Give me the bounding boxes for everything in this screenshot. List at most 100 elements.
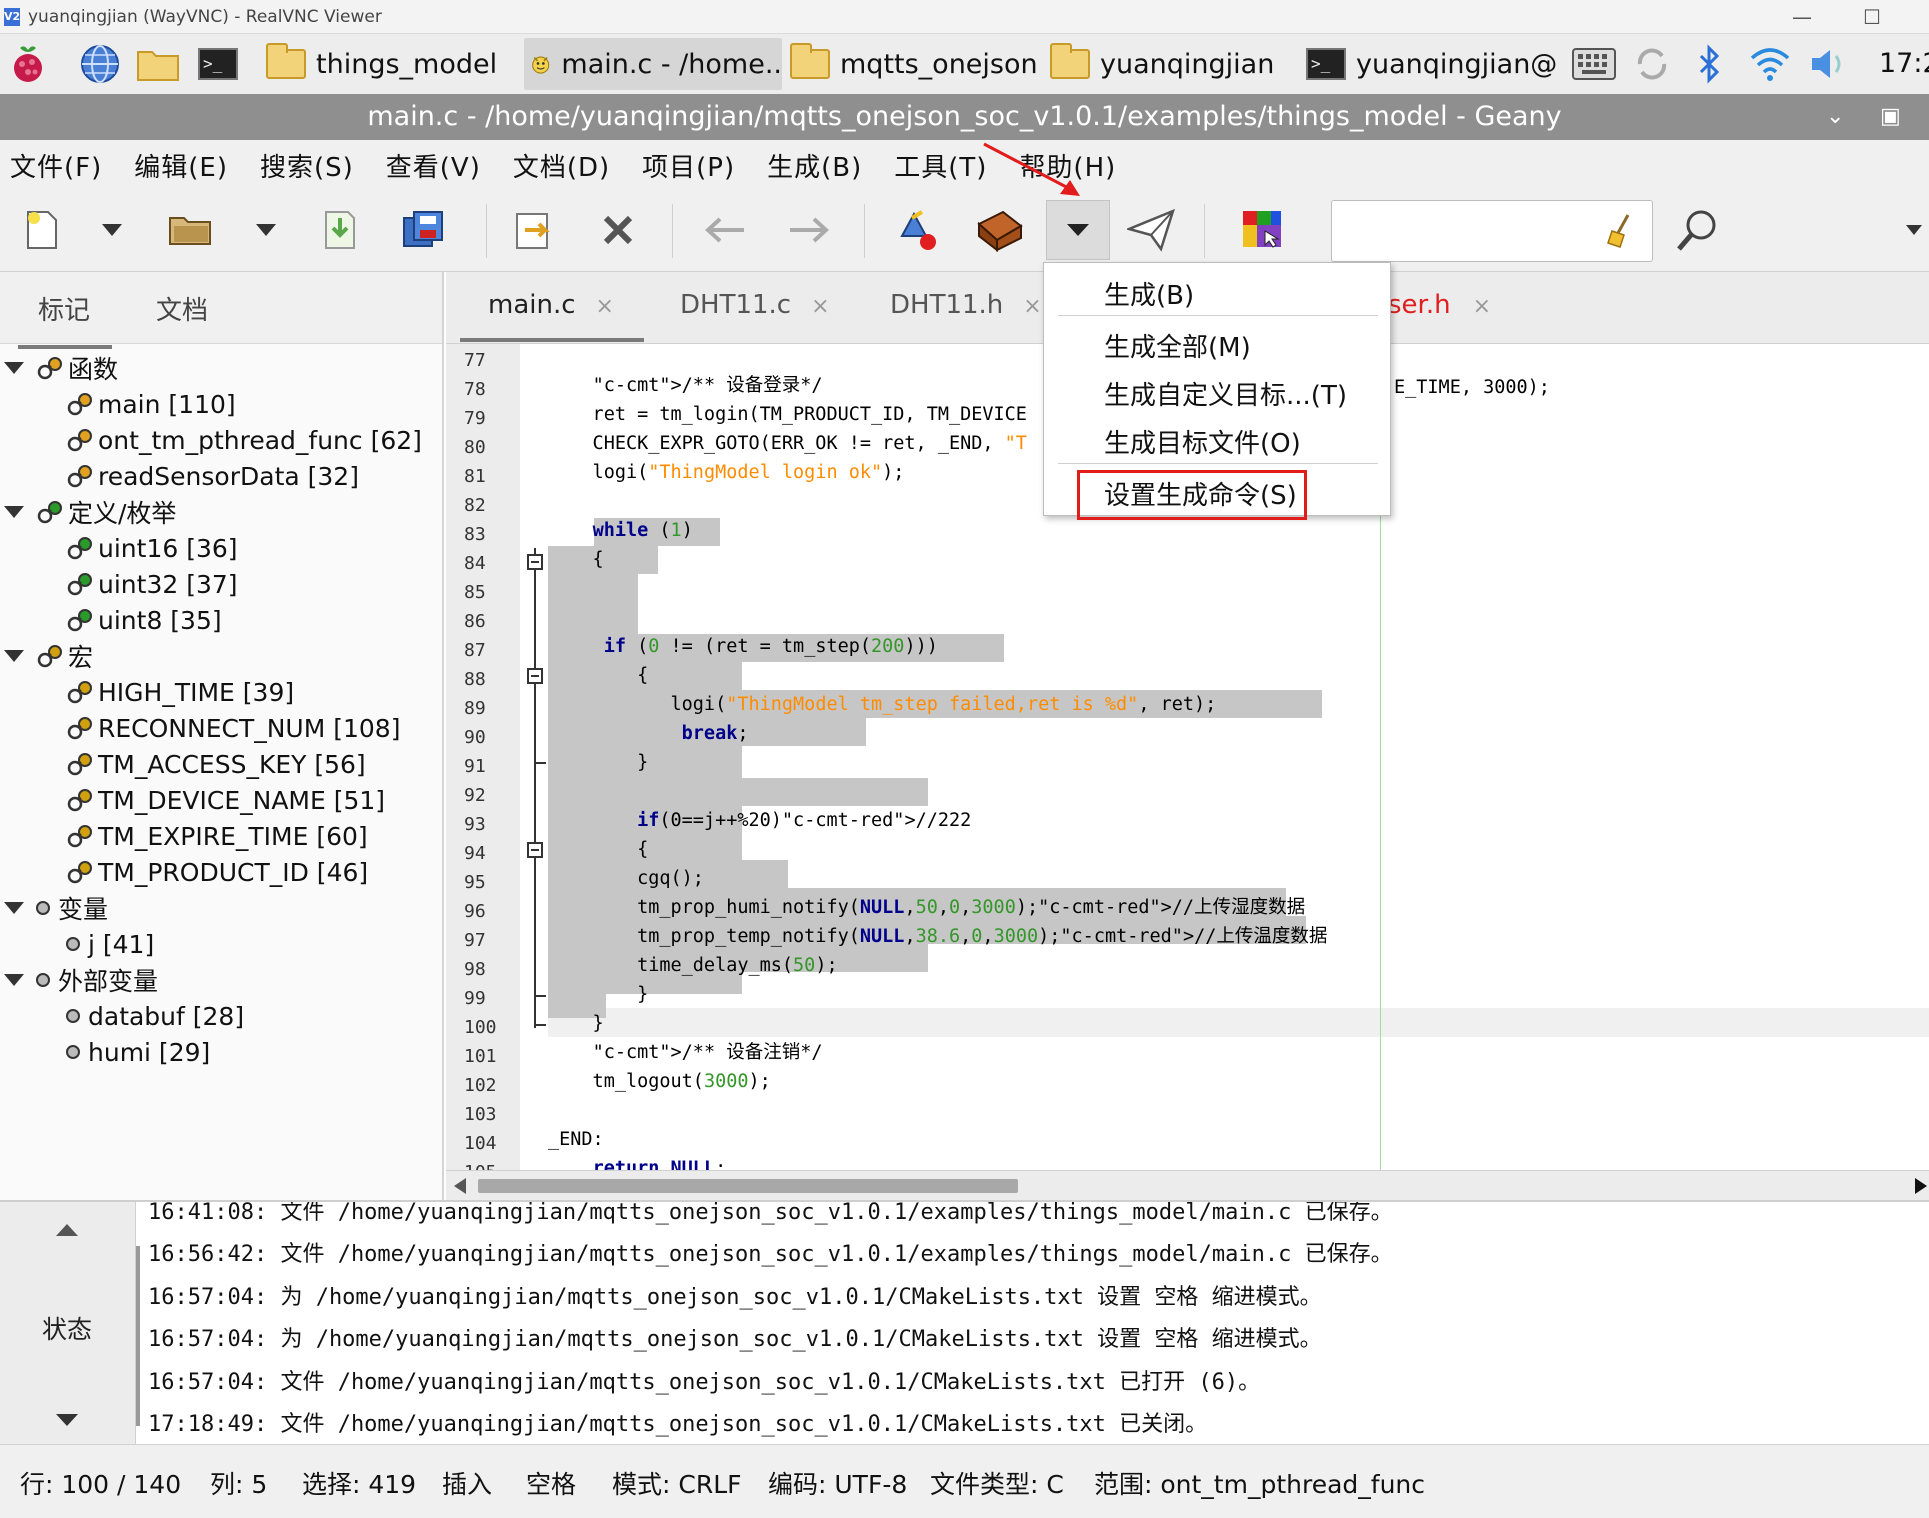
open-file-button[interactable]: [164, 204, 216, 256]
task-geany-main-c[interactable]: main.c - /home..: [524, 38, 782, 90]
typedef-icon: [67, 537, 92, 560]
tab-documents[interactable]: 文档: [156, 290, 208, 327]
menu-file[interactable]: 文件(F): [10, 147, 102, 184]
fold-collapse-icon[interactable]: [527, 842, 543, 858]
tab-ser-h[interactable]: ser.h ×: [1388, 290, 1491, 320]
forward-arrow-button[interactable]: [782, 204, 834, 256]
tree-item[interactable]: uint8 [35]: [66, 600, 222, 640]
fold-collapse-icon[interactable]: [527, 554, 543, 570]
execute-button[interactable]: [1126, 204, 1178, 256]
tree-item[interactable]: humi [29]: [66, 1032, 210, 1072]
tree-group[interactable]: 函数: [4, 348, 118, 388]
open-file-dropdown-button[interactable]: [246, 204, 286, 256]
code-line: {: [548, 665, 649, 686]
menu-project[interactable]: 项目(P): [642, 147, 735, 184]
tab-main-c[interactable]: main.c ×: [460, 290, 644, 342]
menu-edit[interactable]: 编辑(E): [134, 147, 228, 184]
menu-item-build[interactable]: 生成(B): [1104, 275, 1194, 312]
tree-group[interactable]: 外部变量: [4, 960, 158, 1000]
tree-item[interactable]: main [110]: [66, 384, 236, 424]
tree-group[interactable]: 变量: [4, 888, 108, 928]
task-yuanqingjian-folder[interactable]: yuanqingjian: [1050, 38, 1300, 90]
menu-build[interactable]: 生成(B): [767, 147, 862, 184]
tree-item[interactable]: TM_DEVICE_NAME [51]: [66, 780, 385, 820]
expander-triangle-icon[interactable]: [4, 650, 24, 662]
menu-search[interactable]: 搜索(S): [260, 147, 354, 184]
toolbar-overflow-button[interactable]: [1900, 204, 1928, 256]
tree-item[interactable]: TM_PRODUCT_ID [46]: [66, 852, 368, 892]
menu-item-make-object[interactable]: 生成目标文件(O): [1104, 423, 1301, 460]
terminal-launcher-icon[interactable]: >_: [196, 42, 240, 86]
tree-item[interactable]: HIGH_TIME [39]: [66, 672, 294, 712]
build-button[interactable]: [974, 204, 1026, 256]
volume-icon[interactable]: [1806, 42, 1850, 86]
tree-item[interactable]: TM_EXPIRE_TIME [60]: [66, 816, 368, 856]
tab-symbols[interactable]: 标记: [17, 290, 113, 349]
scroll-right-icon[interactable]: [1915, 1178, 1927, 1194]
file-manager-icon[interactable]: [136, 42, 180, 86]
close-icon[interactable]: ×: [1023, 294, 1041, 319]
expander-triangle-icon[interactable]: [4, 506, 24, 518]
tree-item[interactable]: RECONNECT_NUM [108]: [66, 708, 400, 748]
menu-document[interactable]: 文档(D): [513, 147, 610, 184]
minimize-button[interactable]: —: [1782, 2, 1822, 32]
close-icon[interactable]: ×: [811, 294, 829, 319]
code-line: ret = tm_login(TM_PRODUCT_ID, TM_DEVICE: [548, 404, 1027, 425]
tree-item[interactable]: uint16 [36]: [66, 528, 238, 568]
close-icon[interactable]: ×: [596, 294, 614, 319]
tree-item[interactable]: TM_ACCESS_KEY [56]: [66, 744, 366, 784]
save-all-button[interactable]: [398, 204, 450, 256]
sync-icon[interactable]: [1630, 42, 1674, 86]
raspberry-menu-icon[interactable]: [6, 42, 50, 86]
clear-broom-icon[interactable]: [1606, 213, 1636, 249]
tab-dht11-c[interactable]: DHT11.c ×: [680, 290, 830, 320]
expander-triangle-icon[interactable]: [4, 974, 24, 986]
task-mqtts-onejson[interactable]: mqtts_onejson..: [790, 38, 1040, 90]
back-arrow-button[interactable]: [700, 204, 752, 256]
tree-item[interactable]: readSensorData [32]: [66, 456, 359, 496]
horizontal-scrollbar[interactable]: [446, 1170, 1929, 1200]
chevron-down-icon[interactable]: [56, 1414, 78, 1426]
task-things-model[interactable]: things_model: [266, 38, 516, 90]
chevron-down-icon[interactable]: ⌄: [1826, 94, 1844, 140]
menu-tools[interactable]: 工具(T): [894, 147, 987, 184]
menu-view[interactable]: 查看(V): [386, 147, 481, 184]
color-chooser-button[interactable]: [1236, 204, 1288, 256]
expander-triangle-icon[interactable]: [4, 362, 24, 374]
fold-collapse-icon[interactable]: [527, 668, 543, 684]
scroll-thumb[interactable]: [478, 1179, 1018, 1193]
maximize-icon[interactable]: ▣: [1880, 94, 1901, 140]
tree-group[interactable]: 宏: [4, 636, 93, 676]
clock[interactable]: 17:2: [1879, 34, 1929, 94]
tree-group[interactable]: 定义/枚举: [4, 492, 176, 532]
search-input[interactable]: [1331, 200, 1653, 262]
revert-button[interactable]: [508, 204, 560, 256]
tree-item[interactable]: databuf [28]: [66, 996, 244, 1036]
menu-item-make-custom-target[interactable]: 生成自定义目标...(T): [1104, 375, 1347, 412]
tree-item[interactable]: j [41]: [66, 924, 154, 964]
expander-triangle-icon[interactable]: [4, 902, 24, 914]
new-file-button[interactable]: [16, 204, 68, 256]
new-file-dropdown-button[interactable]: [92, 204, 132, 256]
tab-status[interactable]: 状态: [42, 1310, 92, 1346]
maximize-button[interactable]: ☐: [1852, 2, 1892, 32]
code-line: logi("ThingModel tm_step failed,ret is %…: [548, 694, 1217, 715]
task-terminal[interactable]: >_ yuanqingjian@..: [1306, 38, 1556, 90]
web-browser-icon[interactable]: [78, 42, 122, 86]
compile-button[interactable]: [892, 204, 944, 256]
chevron-up-icon[interactable]: [56, 1224, 78, 1236]
close-icon[interactable]: ×: [1473, 294, 1491, 319]
macro-icon: [67, 753, 92, 776]
bluetooth-icon[interactable]: [1688, 42, 1732, 86]
menu-item-make-all[interactable]: 生成全部(M): [1104, 327, 1251, 364]
tree-item[interactable]: uint32 [37]: [66, 564, 238, 604]
keyboard-icon[interactable]: [1572, 42, 1616, 86]
scroll-left-icon[interactable]: [454, 1178, 466, 1194]
save-button[interactable]: [314, 204, 366, 256]
find-button[interactable]: [1672, 204, 1724, 256]
wifi-icon[interactable]: [1748, 42, 1792, 86]
close-file-button[interactable]: [592, 204, 644, 256]
build-dropdown-button[interactable]: [1046, 200, 1110, 260]
tab-dht11-h[interactable]: DHT11.h ×: [890, 290, 1042, 320]
tree-item[interactable]: ont_tm_pthread_func [62]: [66, 420, 422, 460]
